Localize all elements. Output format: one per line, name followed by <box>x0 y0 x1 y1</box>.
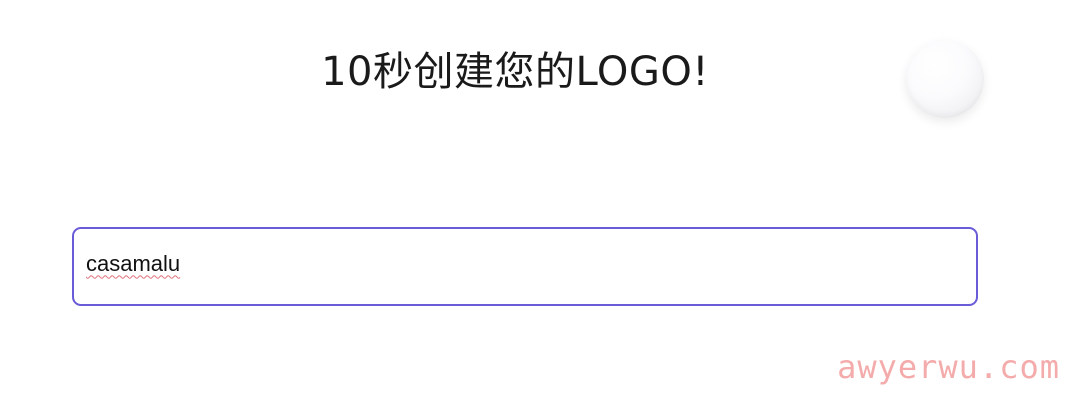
watermark-text: awyerwu.com <box>837 348 1060 386</box>
page-title: 10秒创建您的LOGO! <box>321 49 709 95</box>
floating-assistive-button[interactable] <box>906 40 984 118</box>
brand-name-input[interactable]: casamalu <box>72 227 978 306</box>
brand-name-input-value: casamalu <box>86 250 181 276</box>
logo-creator-page: 10秒创建您的LOGO! casamalu awyerwu.com <box>0 0 1080 399</box>
